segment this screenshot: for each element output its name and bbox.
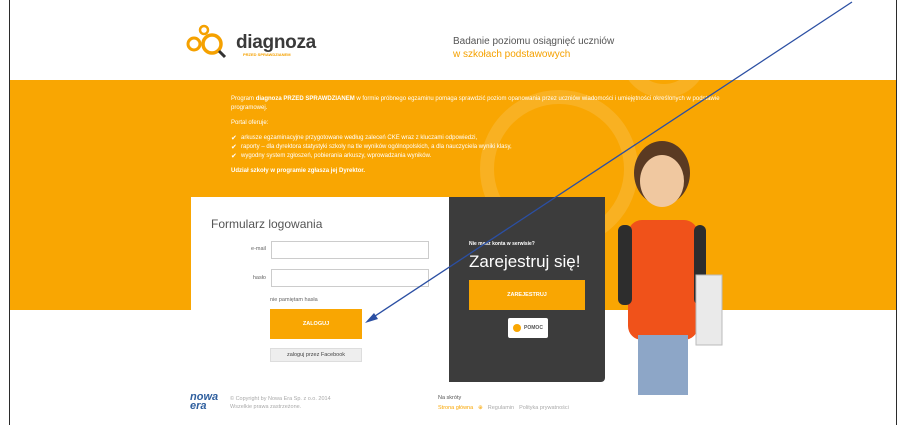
- annotation-arrow: [365, 1, 853, 323]
